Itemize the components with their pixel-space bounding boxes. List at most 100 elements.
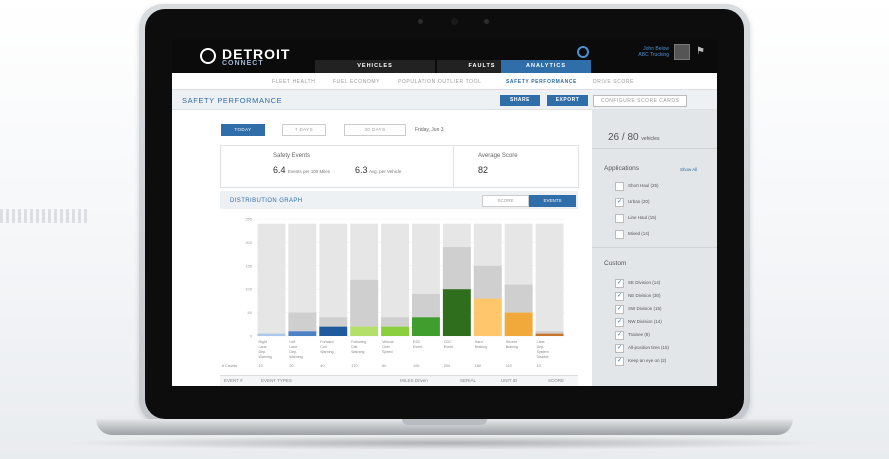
x-tick-label: Event [413, 345, 422, 349]
current-date: Friday, Jun 3 [415, 127, 444, 133]
subnav-population-outlier[interactable]: POPULATION OUTLIER TOOL [398, 79, 482, 85]
checkbox[interactable]: ✓ [615, 305, 624, 314]
tab-analytics[interactable]: ANALYTICS [501, 60, 591, 73]
checkbox[interactable] [615, 214, 624, 223]
col-event-number[interactable]: EVENT # [224, 378, 243, 383]
range-30-days[interactable]: 30 DAYS [344, 124, 406, 136]
configure-score-cards-button[interactable]: CONFIGURE SCORE CARDS [593, 95, 687, 107]
checkbox[interactable]: ✓ [615, 331, 624, 340]
applications-title: Applications [604, 165, 640, 172]
x-tick-label: Event [444, 345, 453, 349]
distribution-chart: 250200150100500RightLaneDep.Warning10Lef… [220, 209, 578, 386]
x-tick-label: Severe [506, 340, 517, 344]
user-company: ABC Trucking [638, 52, 669, 58]
events-per-100-value: 6.4 [273, 165, 286, 175]
x-tick-label: Dep. [537, 345, 545, 349]
checkbox[interactable]: ✓ [615, 357, 624, 366]
bar-primary [350, 326, 379, 336]
x-tick-label: Braking [475, 345, 487, 349]
x-tick-label: Dist. [351, 345, 358, 349]
col-miles-driven[interactable]: MILES Driven [400, 378, 428, 383]
col-unit-id[interactable]: UNIT ID [501, 378, 517, 383]
x-tick-label: CDC [444, 340, 452, 344]
subnav-drive-score[interactable]: DRIVE SCORE [593, 79, 634, 85]
checkbox[interactable]: ✓ [615, 292, 624, 301]
distribution-graph-title: DISTRIBUTION GRAPH [230, 198, 303, 204]
background-stripes [0, 209, 90, 223]
col-event-types[interactable]: EVENT TYPES [261, 378, 292, 383]
camera-dot-right [484, 19, 489, 24]
x-tick-label: Braking [506, 345, 518, 349]
toggle-score[interactable]: SCORE [482, 195, 529, 207]
user-info[interactable]: John Below ABC Trucking [614, 46, 669, 58]
count-label: 10 [259, 364, 263, 368]
x-tick-label: System [537, 350, 549, 354]
application-label: Short Haul (25) [628, 183, 659, 188]
bar-primary [319, 326, 348, 336]
bar-primary [504, 312, 533, 336]
count-label: 170 [351, 364, 357, 368]
count-label: 60 [382, 364, 386, 368]
col-score[interactable]: SCORE [548, 378, 564, 383]
vehicle-count: 26 / 80 vehicles [608, 132, 659, 143]
subnav-fleet-health[interactable]: FLEET HEALTH [272, 79, 315, 85]
checkbox[interactable]: ✓ [615, 318, 624, 327]
share-button[interactable]: SHARE [500, 95, 540, 106]
custom-filter-label: All-position tires (15) [628, 345, 670, 350]
subnav-safety-performance[interactable]: SAFETY PERFORMANCE [506, 79, 577, 85]
avatar[interactable] [674, 44, 690, 60]
subnav-fuel-economy[interactable]: FUEL ECONOMY [333, 79, 380, 85]
show-all-link[interactable]: Show All [680, 167, 697, 172]
checkbox[interactable]: ✓ [615, 344, 624, 353]
x-tick-label: Speed [382, 350, 392, 354]
toggle-events[interactable]: EVENTS [529, 195, 576, 207]
x-tick-label: Over [382, 345, 391, 349]
x-tick-label: Warning [289, 355, 302, 359]
bar-secondary [473, 265, 502, 299]
bar-primary [442, 289, 471, 336]
counts-row-label: # Counts [222, 364, 237, 368]
page-title: SAFETY PERFORMANCE [182, 96, 283, 105]
bell-icon[interactable]: ⚑ [696, 46, 705, 57]
bar-secondary [288, 312, 317, 332]
count-label: 100 [413, 364, 419, 368]
y-tick-label: 250 [245, 217, 252, 222]
laptop-shadow [60, 436, 829, 450]
x-tick-label: Dep. [259, 350, 267, 354]
bar-secondary [535, 331, 564, 334]
bar-primary [257, 333, 286, 336]
x-tick-label: Left [289, 340, 295, 344]
bar-secondary [350, 279, 379, 327]
divider [592, 247, 717, 248]
camera-dot-left [418, 19, 423, 24]
average-score-value: 82 [478, 165, 489, 175]
x-tick-label: Lane [259, 345, 267, 349]
detroit-logo-icon[interactable] [200, 48, 216, 64]
app-screen: DETROIT CONNECT John Below ABC Trucking … [172, 39, 717, 386]
x-tick-label: Warning [351, 350, 364, 354]
avg-per-vehicle-label: Avg. per Vehicle [369, 169, 402, 174]
vehicle-count-suffix: vehicles [641, 136, 660, 142]
x-tick-label: Lane [537, 340, 545, 344]
x-tick-label: Forward [320, 340, 333, 344]
application-label: Urban (20) [628, 199, 650, 204]
checkbox[interactable]: ✓ [615, 279, 624, 288]
checkbox[interactable]: ✓ [615, 198, 624, 207]
bar-secondary [504, 284, 533, 313]
search-icon[interactable] [577, 46, 589, 58]
checkbox[interactable] [615, 182, 624, 191]
tab-vehicles[interactable]: VEHICLES [315, 60, 435, 73]
application-label: Mixed (14) [628, 231, 650, 236]
application-label: Line Haul (15) [628, 215, 657, 220]
col-serial[interactable]: SERIAL [460, 378, 476, 383]
y-tick-label: 150 [245, 263, 252, 268]
bar-primary [381, 326, 409, 336]
custom-filter-label: Keep an eye on (2) [628, 358, 667, 363]
x-tick-label: Hard [475, 340, 483, 344]
range-today[interactable]: TODAY [221, 124, 265, 136]
range-7-days[interactable]: 7 DAYS [282, 124, 326, 136]
x-tick-label: Warning [259, 355, 272, 359]
export-button[interactable]: EXPORT [547, 95, 588, 106]
checkbox[interactable] [615, 230, 624, 239]
bar-primary [288, 331, 317, 336]
